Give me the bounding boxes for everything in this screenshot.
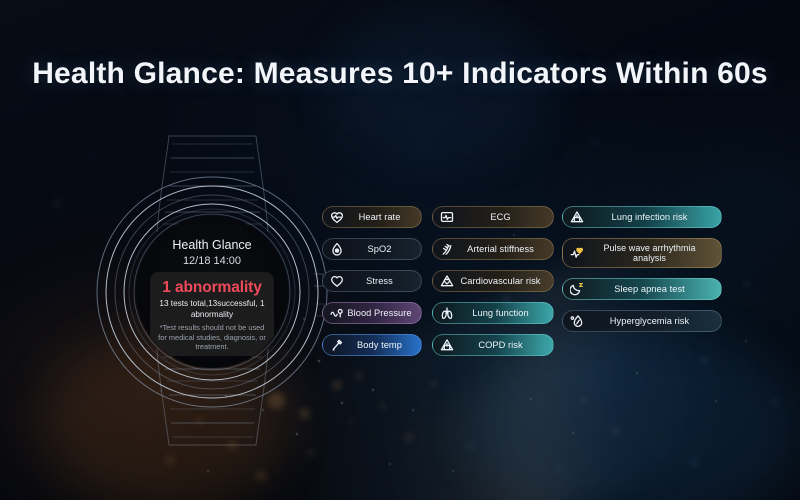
indicator-pill[interactable]: Lung function [432, 302, 554, 324]
bokeh-particle [690, 457, 699, 466]
bokeh-particle [165, 455, 175, 465]
indicator-pill[interactable]: Sleep apnea test [562, 278, 722, 300]
indicator-label: Stress [366, 275, 393, 286]
bokeh-particle [349, 419, 354, 424]
lungs-icon [441, 307, 453, 320]
indicator-pill[interactable]: Blood Pressure [322, 302, 422, 324]
ecg-monitor-icon [440, 211, 454, 223]
bokeh-particle [636, 372, 638, 374]
indicator-pill[interactable]: Arterial stiffness [432, 238, 554, 260]
bokeh-particle [572, 432, 574, 434]
bokeh-particle [372, 389, 374, 391]
indicator-label: Arterial stiffness [467, 243, 534, 254]
bokeh-particle [466, 443, 473, 450]
smartwatch-illustration: Health Glance 12/18 14:00 1 abnormality … [95, 128, 330, 453]
indicator-pill[interactable]: SpO2 [322, 238, 422, 260]
indicator-pill[interactable]: ECG [432, 206, 554, 228]
bokeh-particle [333, 381, 341, 389]
indicator-label: Sleep apnea test [614, 283, 685, 294]
indicator-pill[interactable]: Cardiovascular risk [432, 270, 554, 292]
warning-lung-infection-icon [570, 211, 584, 223]
indicator-label: Cardiovascular risk [460, 275, 541, 286]
bokeh-particle [344, 123, 349, 128]
indicator-column-2: ECG Arterial stiffness Cardiovascular risk… [432, 206, 554, 366]
bokeh-particle [772, 399, 779, 406]
indicator-pill[interactable]: Lung infection risk [562, 206, 722, 228]
indicator-column-3: Lung infection risk Pulse wave arrhythmia… [562, 206, 722, 342]
bokeh-particle [380, 404, 385, 409]
bokeh-particle [389, 463, 391, 465]
bokeh-particle [715, 400, 717, 402]
bokeh-particle [452, 470, 454, 472]
warning-heart-icon [440, 275, 454, 287]
indicator-label: Body temp [357, 339, 402, 350]
medical-disclaimer: *Test results should not be used for med… [158, 323, 266, 352]
bokeh-particle [745, 340, 747, 342]
artery-icon [442, 243, 452, 255]
thermometer-icon [332, 339, 343, 351]
bokeh-particle [581, 397, 587, 403]
watch-timestamp: 12/18 14:00 [182, 255, 242, 267]
indicator-label: SpO2 [367, 243, 392, 254]
pulse-wave-heart-icon [570, 247, 584, 258]
infographic-canvas: Health Glance: Measures 10+ Indicators W… [0, 0, 800, 500]
test-summary-text: 13 tests total,13successful, 1 abnormali… [159, 299, 265, 319]
bokeh-particle [52, 199, 61, 208]
moon-sleep-icon [570, 283, 583, 296]
indicator-grid: Heart rate SpO2 Stress Blood Pressure Body t… [322, 206, 722, 371]
indicator-pill[interactable]: COPD risk [432, 334, 554, 356]
indicator-pill[interactable]: Body temp [322, 334, 422, 356]
heart-pulse-icon [330, 212, 344, 224]
indicator-label: Lung infection risk [611, 211, 688, 222]
watch-face: Health Glance 12/18 14:00 1 abnormality … [136, 216, 288, 368]
bokeh-particle [556, 466, 562, 472]
indicator-pill[interactable]: Heart rate [322, 206, 422, 228]
bokeh-particle [612, 427, 620, 435]
glucose-drop-icon [570, 315, 583, 328]
indicator-label: Blood Pressure [347, 307, 412, 318]
bokeh-particle [341, 402, 343, 404]
indicator-label: Heart rate [358, 211, 401, 222]
indicator-label: Pulse wave arrhythmia analysis [603, 242, 696, 264]
bokeh-particle [88, 152, 94, 158]
indicator-label: ECG [490, 211, 511, 222]
indicator-label: Lung function [472, 307, 529, 318]
bokeh-particle [404, 433, 413, 442]
warning-lungs-icon [440, 339, 454, 351]
page-title: Health Glance: Measures 10+ Indicators W… [32, 57, 768, 90]
abnormality-headline: 1 abnormality [162, 279, 262, 296]
bokeh-particle [356, 373, 362, 379]
bokeh-particle [592, 139, 598, 145]
blood-drop-icon [332, 242, 342, 256]
indicator-pill[interactable]: Hyperglycemia risk [562, 310, 722, 332]
bokeh-particle [431, 381, 437, 387]
bokeh-particle [207, 470, 209, 472]
heart-outline-icon [331, 275, 343, 287]
indicator-label: Hyperglycemia risk [609, 315, 690, 326]
indicator-label: COPD risk [478, 339, 523, 350]
indicator-pill[interactable]: Stress [322, 270, 422, 292]
indicator-column-1: Heart rate SpO2 Stress Blood Pressure Body t… [322, 206, 422, 366]
pressure-wave-icon [330, 308, 343, 318]
watch-result-card: 1 abnormality 13 tests total,13successfu… [150, 272, 274, 356]
watch-face-title: Health Glance [172, 238, 252, 252]
bokeh-particle [412, 409, 414, 411]
bokeh-particle [530, 398, 532, 400]
bokeh-particle [744, 281, 750, 287]
bokeh-particle [255, 470, 267, 482]
indicator-pill[interactable]: Pulse wave arrhythmia analysis [562, 238, 722, 268]
